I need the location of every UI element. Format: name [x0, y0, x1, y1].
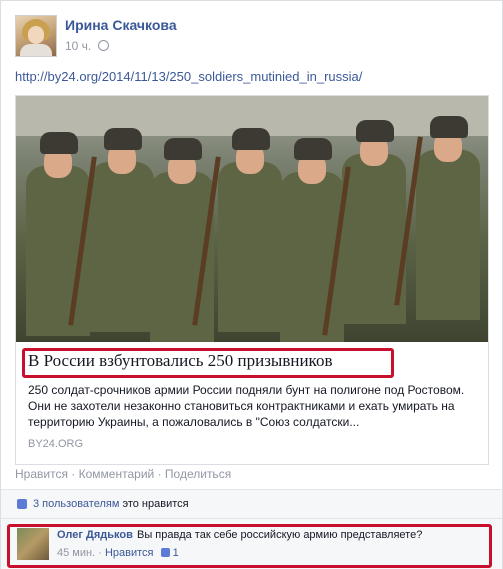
- commenter-name[interactable]: Олег Дядьков: [57, 529, 133, 541]
- comment: Олег Дядьков Вы правда так себе российск…: [1, 518, 502, 569]
- likes-suffix: это нравится: [122, 498, 189, 510]
- like-link[interactable]: Нравится: [15, 467, 68, 481]
- post-link[interactable]: http://by24.org/2014/11/13/250_soldiers_…: [15, 69, 362, 84]
- comment-link[interactable]: Комментарий: [79, 467, 155, 481]
- post-timestamp[interactable]: 10 ч.: [65, 39, 109, 53]
- share-link[interactable]: Поделиться: [165, 467, 231, 481]
- action-separator: ·: [157, 467, 162, 481]
- likes-summary: 3 пользователям это нравится: [1, 490, 502, 518]
- shared-link-domain: BY24.ORG: [28, 438, 84, 450]
- commenter-avatar[interactable]: [17, 528, 49, 560]
- shared-link-headline[interactable]: В России взбунтовались 250 призывников: [28, 351, 332, 371]
- comment-like-count[interactable]: 1: [173, 547, 179, 559]
- comment-separator: ·: [98, 547, 102, 559]
- globe-icon: [97, 40, 109, 51]
- author-name[interactable]: Ирина Скачкова: [65, 17, 177, 33]
- post-time[interactable]: 10 ч.: [65, 39, 91, 53]
- comment-meta: 45 мин. · Нравится 1: [57, 547, 179, 559]
- action-separator: ·: [71, 467, 76, 481]
- shared-link-image[interactable]: [16, 96, 488, 342]
- post-actions: Нравится · Комментарий · Поделиться: [15, 467, 231, 481]
- comment-time[interactable]: 45 мин.: [57, 547, 95, 559]
- likes-count-link[interactable]: 3 пользователям: [33, 498, 119, 510]
- facebook-post: Ирина Скачкова 10 ч. http://by24.org/201…: [0, 0, 503, 569]
- thumbs-up-icon: [17, 499, 27, 509]
- comment-like-link[interactable]: Нравится: [105, 547, 154, 559]
- thumbs-up-icon: [160, 548, 170, 557]
- likes-text: 3 пользователям это нравится: [33, 498, 189, 510]
- comment-text: Вы правда так себе российскую армию пред…: [137, 529, 423, 541]
- shared-link-description: 250 солдат-срочников армии России поднял…: [28, 383, 465, 429]
- author-avatar[interactable]: [15, 15, 57, 57]
- shared-link-card[interactable]: В России взбунтовались 250 призывников 2…: [15, 95, 489, 465]
